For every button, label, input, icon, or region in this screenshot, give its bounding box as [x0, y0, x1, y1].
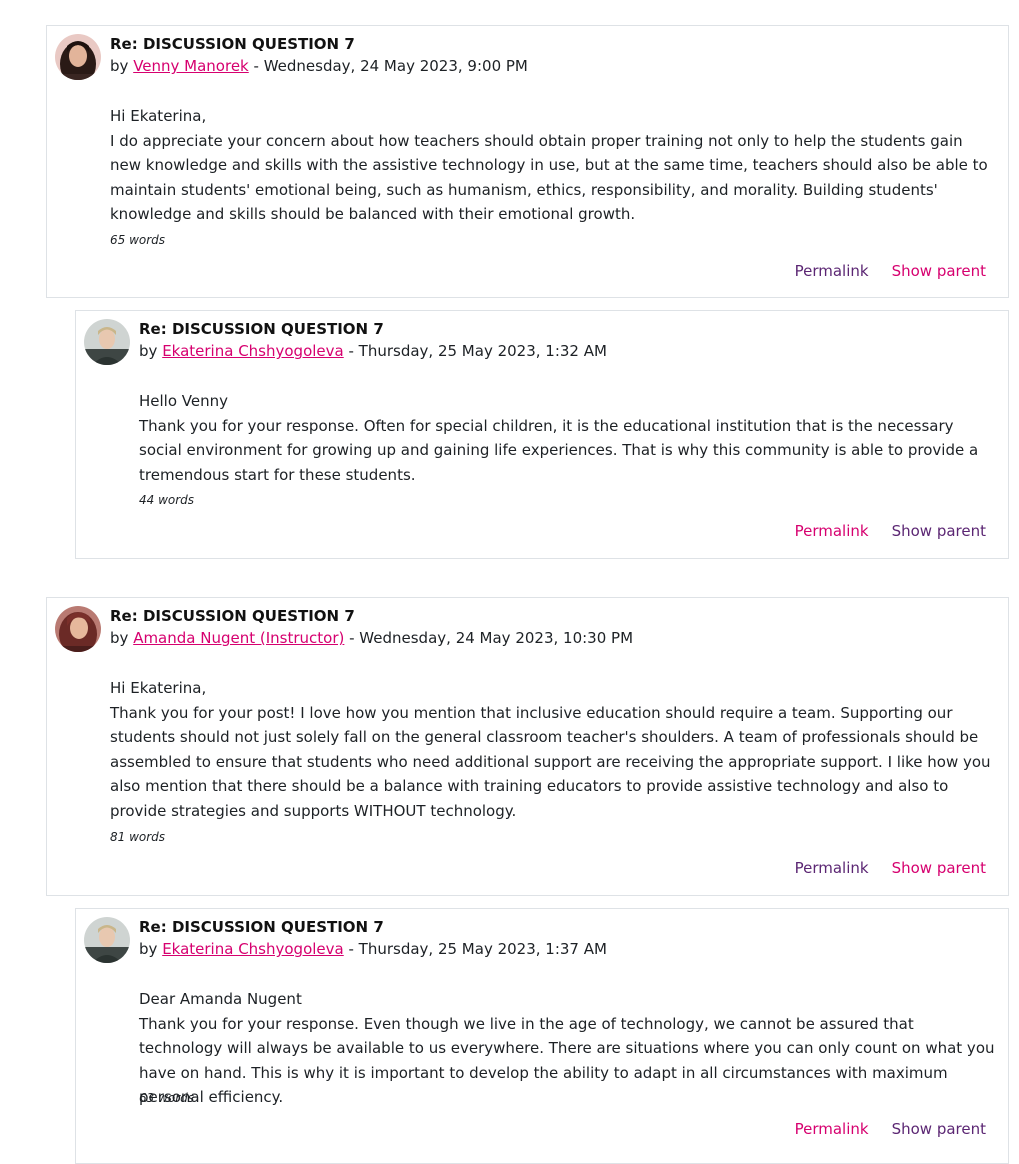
show-parent-link[interactable]: Show parent	[892, 522, 986, 540]
permalink-link[interactable]: Permalink	[795, 1120, 869, 1138]
post-content: Hello Venny Thank you for your response.…	[139, 389, 996, 487]
post-body: Thank you for your post! I love how you …	[110, 703, 991, 820]
post-content: Dear Amanda Nugent Thank you for your re…	[139, 987, 996, 1110]
post-body: Thank you for your response. Even though…	[139, 1014, 995, 1107]
post-date: - Wednesday, 24 May 2023, 10:30 PM	[344, 629, 634, 647]
author-avatar[interactable]	[55, 606, 101, 652]
post-greeting: Hi Ekaterina,	[110, 679, 207, 697]
word-count: 81 words	[110, 830, 166, 844]
post-byline: by Ekaterina Chshyogoleva - Thursday, 25…	[139, 342, 607, 360]
author-link[interactable]: Venny Manorek	[133, 57, 249, 75]
by-label: by	[139, 940, 158, 958]
forum-post-reply: Re: DISCUSSION QUESTION 7 by Ekaterina C…	[75, 908, 1009, 1164]
post-body: Thank you for your response. Often for s…	[139, 416, 979, 484]
by-label: by	[110, 57, 129, 75]
post-subject: Re: DISCUSSION QUESTION 7	[110, 35, 355, 53]
permalink-link[interactable]: Permalink	[795, 859, 869, 877]
post-date: - Thursday, 25 May 2023, 1:32 AM	[343, 342, 607, 360]
author-avatar[interactable]	[84, 917, 130, 963]
post-byline: by Ekaterina Chshyogoleva - Thursday, 25…	[139, 940, 607, 958]
forum-post: Re: DISCUSSION QUESTION 7 by Venny Manor…	[46, 25, 1009, 298]
show-parent-link[interactable]: Show parent	[892, 859, 986, 877]
show-parent-link[interactable]: Show parent	[892, 1120, 986, 1138]
author-avatar[interactable]	[84, 319, 130, 365]
post-content: Hi Ekaterina, I do appreciate your conce…	[110, 104, 996, 227]
author-link[interactable]: Amanda Nugent (Instructor)	[133, 629, 344, 647]
forum-post-reply: Re: DISCUSSION QUESTION 7 by Ekaterina C…	[75, 310, 1009, 559]
post-body: I do appreciate your concern about how t…	[110, 131, 988, 224]
post-subject: Re: DISCUSSION QUESTION 7	[139, 918, 384, 936]
post-subject: Re: DISCUSSION QUESTION 7	[139, 320, 384, 338]
post-actions: Permalink Show parent	[772, 859, 986, 877]
forum-post: Re: DISCUSSION QUESTION 7 by Amanda Nuge…	[46, 597, 1009, 896]
post-byline: by Venny Manorek - Wednesday, 24 May 202…	[110, 57, 528, 75]
permalink-link[interactable]: Permalink	[795, 522, 869, 540]
permalink-link[interactable]: Permalink	[795, 262, 869, 280]
by-label: by	[139, 342, 158, 360]
word-count: 44 words	[139, 493, 195, 507]
word-count: 63 words	[139, 1091, 195, 1105]
post-actions: Permalink Show parent	[772, 1120, 986, 1138]
post-greeting: Hi Ekaterina,	[110, 107, 207, 125]
author-link[interactable]: Ekaterina Chshyogoleva	[162, 342, 344, 360]
author-avatar[interactable]	[55, 34, 101, 80]
post-actions: Permalink Show parent	[772, 262, 986, 280]
post-greeting: Hello Venny	[139, 392, 229, 410]
post-content: Hi Ekaterina, Thank you for your post! I…	[110, 676, 996, 824]
author-link[interactable]: Ekaterina Chshyogoleva	[162, 940, 344, 958]
post-actions: Permalink Show parent	[772, 522, 986, 540]
post-byline: by Amanda Nugent (Instructor) - Wednesda…	[110, 629, 633, 647]
post-date: - Thursday, 25 May 2023, 1:37 AM	[343, 940, 607, 958]
show-parent-link[interactable]: Show parent	[892, 262, 986, 280]
word-count: 65 words	[110, 233, 166, 247]
post-greeting: Dear Amanda Nugent	[139, 990, 302, 1008]
by-label: by	[110, 629, 129, 647]
post-date: - Wednesday, 24 May 2023, 9:00 PM	[248, 57, 528, 75]
post-subject: Re: DISCUSSION QUESTION 7	[110, 607, 355, 625]
